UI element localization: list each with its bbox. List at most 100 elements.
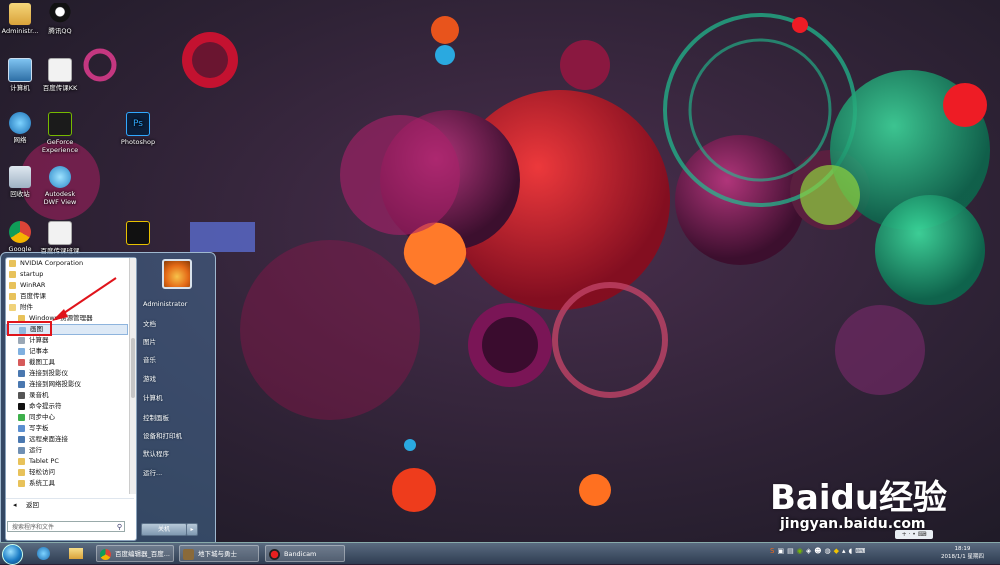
- link-music[interactable]: 音乐: [143, 354, 156, 364]
- baidu-jingyan-logo: Baidu经验: [770, 478, 948, 518]
- program-snipping-tool[interactable]: 截图工具: [6, 357, 128, 368]
- desktop-icon-label: 网络: [13, 136, 27, 144]
- kk-icon: [48, 58, 72, 82]
- back-label: 返回: [26, 501, 39, 509]
- program-list-scrollbar[interactable]: [129, 258, 136, 494]
- app-icon: [126, 221, 150, 245]
- program-sync-center[interactable]: 同步中心: [6, 412, 128, 423]
- desktop-icon-administrator[interactable]: Administr...: [0, 3, 42, 35]
- network-projector-icon: [18, 381, 25, 388]
- link-games[interactable]: 游戏: [143, 373, 156, 383]
- user-avatar[interactable]: [162, 259, 192, 289]
- program-remote-desktop[interactable]: 远程桌面连接: [6, 434, 128, 445]
- link-user[interactable]: Administrator: [143, 300, 187, 308]
- annotation-arrow: [52, 277, 117, 321]
- shutdown-options-button[interactable]: ▸: [186, 523, 198, 536]
- taskbar: 百度编辑器_百度... 地下城与勇士 Bandicam S▣▤◉◈☻◍◆▴◖⌨ …: [0, 542, 1000, 565]
- desktop-icon-recycle-bin[interactable]: 回收站: [0, 166, 42, 198]
- link-run[interactable]: 运行...: [143, 467, 162, 477]
- folder-icon: [18, 458, 25, 465]
- shutdown-button[interactable]: 关机: [141, 523, 187, 536]
- taskbar-ie-button[interactable]: [30, 545, 58, 562]
- program-label: NVIDIA Corporation: [20, 259, 84, 267]
- program-cmd[interactable]: 命令提示符: [6, 401, 128, 412]
- folder-icon: [9, 293, 16, 300]
- network-icon: [9, 112, 31, 134]
- search-icon[interactable]: ⚲: [117, 522, 122, 533]
- desktop-icon-network[interactable]: 网络: [0, 112, 42, 144]
- remote-desktop-icon: [18, 436, 25, 443]
- program-label: startup: [20, 270, 44, 278]
- classroom-icon: [48, 221, 72, 245]
- game-icon: [183, 549, 194, 560]
- program-label: 附件: [20, 303, 33, 311]
- tray-app-icon[interactable]: ▣: [777, 547, 787, 555]
- taskbar-explorer-button[interactable]: [62, 545, 90, 562]
- program-network-projector[interactable]: 连接到网络投影仪: [6, 379, 128, 390]
- link-devices-printers[interactable]: 设备和打印机: [143, 430, 182, 440]
- desktop-icon-chrome[interactable]: Google: [0, 221, 42, 253]
- program-folder-ease-of-access[interactable]: 轻松访问: [6, 467, 128, 478]
- link-documents[interactable]: 文档: [143, 318, 156, 328]
- program-projector[interactable]: 连接到投影仪: [6, 368, 128, 379]
- start-menu-links-pane: Administrator 文档 图片 音乐 游戏 计算机 控制面板 设备和打印…: [137, 257, 213, 537]
- network-tray-icon[interactable]: ◍: [825, 547, 834, 555]
- desktop-icon-label: 百度传课KK: [42, 84, 78, 92]
- program-folder-nvidia[interactable]: NVIDIA Corporation: [6, 258, 128, 269]
- link-computer[interactable]: 计算机: [143, 392, 163, 402]
- qq-icon[interactable]: ☻: [814, 547, 824, 555]
- back-button[interactable]: ◂ 返回: [6, 498, 134, 510]
- folder-open-icon: [9, 304, 16, 311]
- program-label: 写字板: [29, 424, 49, 432]
- computer-icon: [8, 58, 32, 82]
- desktop-icon-app[interactable]: [116, 221, 160, 247]
- program-label: Tablet PC: [29, 457, 59, 465]
- ime-toolbar[interactable]: + · • ⌨: [895, 530, 933, 539]
- scrollbar-thumb[interactable]: [131, 338, 135, 398]
- desktop-icon-autodesk[interactable]: Autodesk DWF View: [38, 166, 82, 206]
- clock-date: 2018/1/1 星期四: [941, 554, 984, 560]
- desktop-icon-classroom[interactable]: 百度传课班课: [38, 221, 82, 255]
- folder-icon: [9, 282, 16, 289]
- desktop-icon-qq[interactable]: 腾讯QQ: [38, 3, 82, 35]
- desktop-icon-kk[interactable]: 百度传课KK: [38, 58, 82, 92]
- search-placeholder: 搜索程序和文件: [12, 524, 55, 531]
- program-notepad[interactable]: 记事本: [6, 346, 128, 357]
- taskbar-window-dnf[interactable]: 地下城与勇士: [179, 545, 259, 562]
- link-pictures[interactable]: 图片: [143, 336, 156, 346]
- tray-app-icon[interactable]: ◆: [834, 547, 842, 555]
- desktop-icon-photoshop[interactable]: Ps Photoshop: [116, 112, 160, 146]
- program-sound-recorder[interactable]: 录音机: [6, 390, 128, 401]
- taskbar-window-bandicam[interactable]: Bandicam: [265, 545, 345, 562]
- desktop-icon-computer[interactable]: 计算机: [0, 58, 42, 92]
- qq-icon: [49, 3, 71, 25]
- program-run[interactable]: 运行: [6, 445, 128, 456]
- start-search-input[interactable]: 搜索程序和文件 ⚲: [7, 521, 125, 532]
- nvidia-icon[interactable]: ◉: [797, 547, 806, 555]
- program-label: 同步中心: [29, 413, 55, 421]
- tray-app-icon[interactable]: ◈: [806, 547, 814, 555]
- program-label: 轻松访问: [29, 468, 55, 476]
- tray-app-icon[interactable]: ▤: [787, 547, 797, 555]
- chrome-icon: [100, 549, 111, 560]
- program-calculator[interactable]: 计算器: [6, 335, 128, 346]
- input-method-icon[interactable]: ⌨: [855, 547, 868, 555]
- system-tray[interactable]: S▣▤◉◈☻◍◆▴◖⌨: [770, 547, 868, 555]
- desktop-icon-geforce[interactable]: GeForce Experience: [38, 112, 82, 154]
- program-wordpad[interactable]: 写字板: [6, 423, 128, 434]
- taskbar-clock[interactable]: 18:19 2018/1/1 星期四: [935, 545, 990, 561]
- sync-icon: [18, 414, 25, 421]
- start-button[interactable]: [2, 544, 23, 565]
- desktop-icon-label: 计算机: [10, 84, 30, 92]
- program-folder-system-tools[interactable]: 系统工具: [6, 478, 128, 489]
- projector-icon: [18, 370, 25, 377]
- taskbar-window-chrome[interactable]: 百度编辑器_百度...: [96, 545, 174, 562]
- link-default-programs[interactable]: 默认程序: [143, 448, 169, 458]
- geforce-icon: [48, 112, 72, 136]
- program-folder-tablet-pc[interactable]: Tablet PC: [6, 456, 128, 467]
- link-control-panel[interactable]: 控制面板: [143, 412, 169, 422]
- program-label: 截图工具: [29, 358, 55, 366]
- record-icon: [269, 549, 280, 560]
- back-arrow-icon: ◂: [13, 501, 17, 509]
- scissors-icon: [18, 359, 25, 366]
